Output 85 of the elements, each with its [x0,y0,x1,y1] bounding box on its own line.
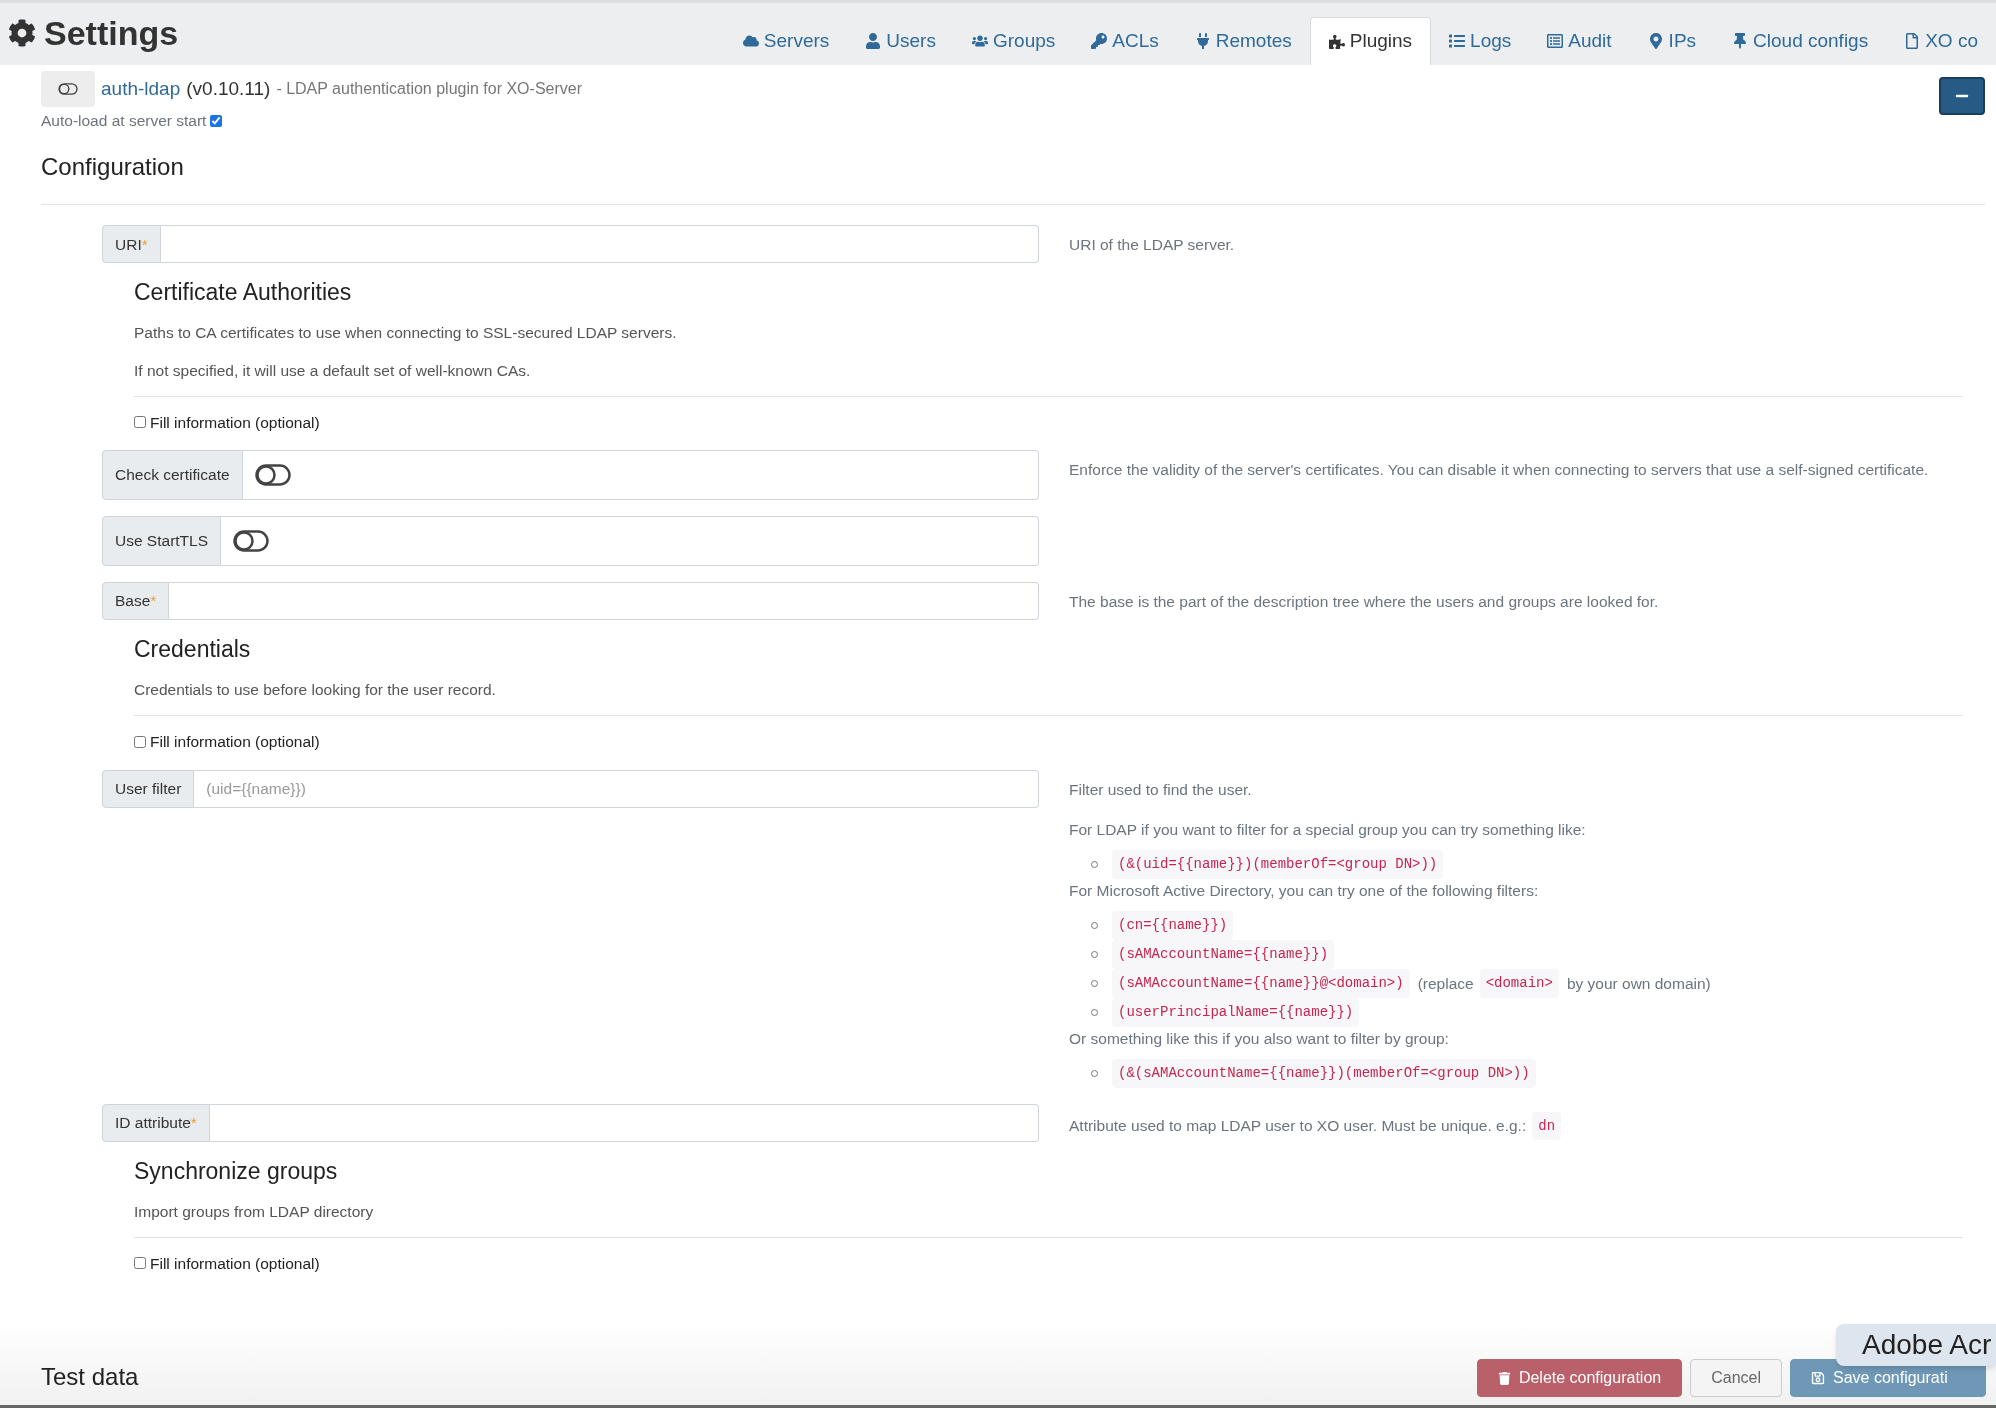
autoload-label: Auto-load at server start [41,111,207,131]
description-text: For Microsoft Active Directory, you can try one of the following filters: [1069,880,1539,901]
map-pin-icon [1647,33,1664,49]
description-text: The base is the part of the description tree where the users and groups are looked for. [1069,592,1659,612]
field-label: User filter [115,778,182,799]
pin-icon [1732,33,1749,49]
list-window-icon [1547,33,1564,49]
users-icon [971,33,988,49]
cloud-icon [742,33,759,49]
description-text: For LDAP if you want to filter for a special group you can try something like: [1069,819,1586,840]
tab[interactable]: Groups [953,17,1074,65]
tab[interactable]: IPs [1629,17,1715,65]
section-title: Synchronize groups [134,1156,339,1186]
file-icon [1904,33,1921,49]
description-text: Enforce the validity of the server's certificates. You can disable it when connecting to servers that use a self-signed certificate. [1069,460,1929,480]
checkbox-label: Fill information (optional) [150,412,320,433]
toggle-switch[interactable] [233,530,270,552]
toggle-switch[interactable] [254,464,291,486]
plug-icon [1194,33,1211,49]
autoload-checkbox[interactable] [210,114,223,127]
toggle-switch[interactable] [58,83,78,95]
checkbox[interactable] [134,735,146,748]
section-description: Credentials to use before looking for the user record. [134,680,497,700]
required-asterisk: * [190,1112,197,1133]
text-field[interactable] [209,1103,1039,1142]
save-icon [1811,1371,1825,1385]
code-snippet: (sAMAccountName={{name}}) [1112,939,1335,969]
tab[interactable]: Remotes [1176,17,1310,65]
tab[interactable]: ACLs [1073,17,1177,65]
settings-icon [8,19,36,47]
tooltip: Adobe Acr [1836,1324,1996,1366]
code-snippet: (&(sAMAccountName={{name}})(memberOf=<group DN>)) [1112,1058,1536,1088]
code-snippet: dn [1532,1111,1562,1140]
section-description: Import groups from LDAP directory [134,1201,375,1222]
tab[interactable]: XO co [1886,17,1996,65]
code-snippet: <domain> [1479,968,1559,998]
code-snippet: (sAMAccountName={{name}}@<domain>) [1112,968,1410,998]
trash-icon [1497,1371,1511,1385]
field-label: Base [115,591,151,612]
section-description: Paths to CA certificates to use when connecting to SSL-secured LDAP servers. [134,323,678,344]
section-heading: Test data [41,1362,139,1392]
description-text: Filter used to find the user. [1069,779,1252,800]
section-description: If not specified, it will use a default set of well-known CAs. [134,360,532,381]
section-heading: Configuration [41,152,185,183]
puzzle-icon [1328,33,1345,50]
plugin-name-link[interactable]: auth-ldap [101,74,181,104]
user-icon [865,33,882,49]
checkbox[interactable] [134,1257,146,1270]
description-text: URI of the LDAP server. [1069,235,1235,256]
field-label: URI [115,234,142,255]
text-field[interactable]: (uid={{name}}) [194,769,1039,808]
delete-button[interactable]: Delete configuration [1476,1359,1683,1397]
cancel-button[interactable]: Cancel [1690,1359,1782,1397]
required-asterisk: * [150,591,157,612]
plugin-version: (v0.10.11) [186,76,271,101]
description-text: Attribute used to map LDAP user to XO user. Must be unique. e.g.: [1069,1115,1527,1136]
page-title: Settings [44,16,179,50]
tab[interactable]: Logs [1431,17,1530,65]
text-field[interactable] [169,582,1039,620]
checkbox-label: Fill information (optional) [150,1253,320,1274]
section-title: Certificate Authorities [134,278,353,308]
tab[interactable]: Users [847,17,954,65]
text-field[interactable] [160,225,1039,264]
tab[interactable]: Audit [1529,17,1630,65]
field-label: ID attribute [115,1112,191,1133]
code-snippet: (&(uid={{name}})(memberOf=<group DN>)) [1112,849,1444,879]
description-text: Or something like this if you also want to filter by group: [1069,1028,1449,1049]
field-label: Check certificate [115,465,230,486]
tab[interactable]: Cloud configs [1714,17,1887,65]
required-asterisk: * [141,234,148,255]
key-icon [1091,33,1108,49]
list-icon [1449,33,1466,49]
checkbox[interactable] [134,416,146,429]
collapse-button[interactable] [1939,77,1985,115]
enable-toggle-button[interactable] [41,71,95,107]
description-text: by your own domain) [1566,973,1711,994]
tab[interactable]: Servers [724,17,848,65]
checkbox-label: Fill information (optional) [150,732,320,753]
section-title: Credentials [134,635,252,664]
code-snippet: (userPrincipalName={{name}}) [1112,997,1360,1027]
description-text: (replace [1417,973,1474,994]
plugin-description: - LDAP authentication plugin for XO-Server [276,79,582,99]
field-label: Use StartTLS [115,531,209,552]
tab[interactable]: Plugins [1309,17,1432,65]
code-snippet: (cn={{name}}) [1112,910,1234,940]
